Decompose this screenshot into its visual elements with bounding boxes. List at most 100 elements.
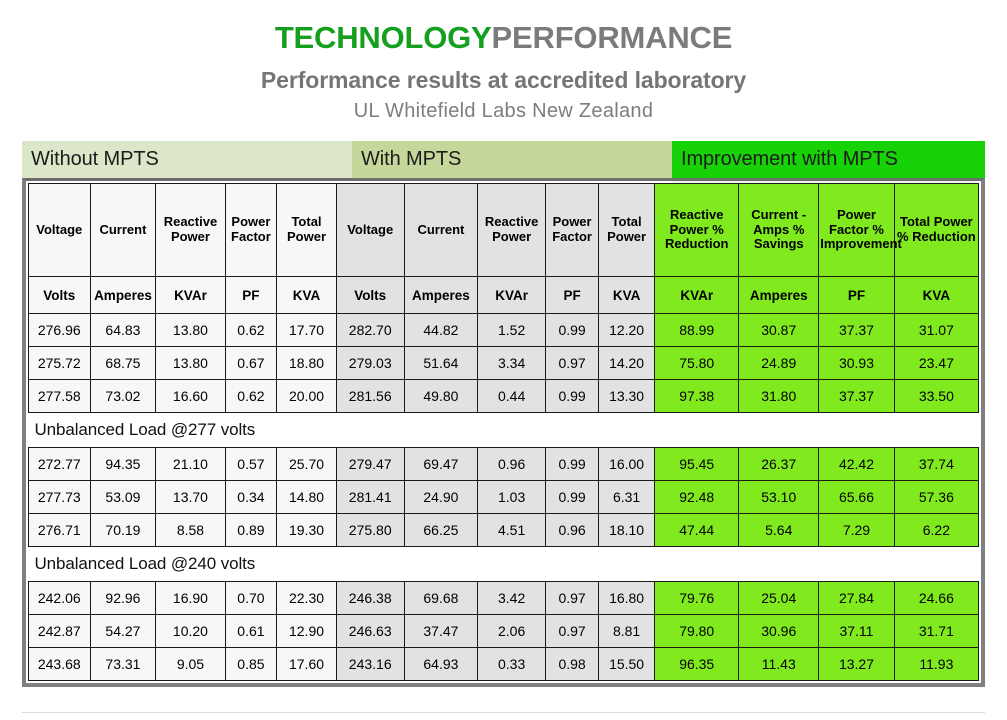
table-cell: 275.80 bbox=[335, 513, 405, 547]
table-cell: 276.96 bbox=[28, 313, 91, 347]
table-cell: 10.20 bbox=[155, 614, 226, 648]
table-cell: 282.70 bbox=[335, 313, 405, 347]
table-cell: 243.16 bbox=[335, 647, 405, 681]
table-cell: 54.27 bbox=[89, 614, 157, 648]
column-unit-header: PF bbox=[545, 276, 600, 314]
table-cell: 281.41 bbox=[335, 480, 405, 514]
table-cell: 2.06 bbox=[477, 614, 547, 648]
table-cell: 0.62 bbox=[224, 379, 278, 413]
table-cell: 37.37 bbox=[818, 313, 895, 347]
table-cell: 0.67 bbox=[224, 346, 278, 380]
table-cell: 22.30 bbox=[276, 581, 337, 615]
table-row: 275.72 68.75 13.80 0.67 18.80 279.03 51.64 3.34… bbox=[28, 346, 980, 380]
table-cell: 95.45 bbox=[654, 447, 740, 481]
table-cell: 12.90 bbox=[276, 614, 337, 648]
table-cell: 49.80 bbox=[403, 379, 479, 413]
table-cell: 69.68 bbox=[403, 581, 479, 615]
column-unit-header: KVA bbox=[893, 276, 980, 314]
table-cell: 57.36 bbox=[893, 480, 980, 514]
table-cell: 14.20 bbox=[598, 346, 656, 380]
table-cell: 0.89 bbox=[224, 513, 278, 547]
table-cell: 44.82 bbox=[403, 313, 479, 347]
table-cell: 21.10 bbox=[155, 447, 226, 481]
table-cell: 0.85 bbox=[224, 647, 278, 681]
bottom-divider bbox=[22, 712, 985, 713]
table-cell: 0.44 bbox=[477, 379, 547, 413]
column-header: Reactive Power % Reduction bbox=[654, 183, 740, 277]
table-cell: 30.93 bbox=[818, 346, 895, 380]
column-header: Power Factor bbox=[224, 183, 278, 277]
table-cell: 51.64 bbox=[403, 346, 479, 380]
table-cell: 6.31 bbox=[598, 480, 656, 514]
column-header: Reactive Power bbox=[477, 183, 547, 277]
table-cell: 281.56 bbox=[335, 379, 405, 413]
banner-improvement-with-mpts: Improvement with MPTS bbox=[672, 141, 985, 178]
table-cell: 0.62 bbox=[224, 313, 278, 347]
table-cell: 37.74 bbox=[893, 447, 980, 481]
column-unit-header: KVAr bbox=[654, 276, 740, 314]
table-cell: 0.99 bbox=[545, 313, 600, 347]
table-cell: 70.19 bbox=[89, 513, 157, 547]
table-cell: 0.97 bbox=[545, 581, 600, 615]
table-cell: 33.50 bbox=[893, 379, 980, 413]
results-table: Voltage Current Reactive Power Power Factor… bbox=[28, 183, 980, 681]
column-header: Power Factor % Improvement bbox=[818, 183, 902, 277]
column-header: Total Power bbox=[276, 183, 337, 277]
table-cell: 31.80 bbox=[738, 379, 820, 413]
table-cell: 275.72 bbox=[28, 346, 91, 380]
table-cell: 94.35 bbox=[89, 447, 157, 481]
table-cell: 23.47 bbox=[893, 346, 980, 380]
table-cell: 11.93 bbox=[893, 647, 980, 681]
table-cell: 0.97 bbox=[545, 614, 600, 648]
section-label-row: Unbalanced Load @277 volts bbox=[28, 412, 979, 448]
table-cell: 47.44 bbox=[654, 513, 740, 547]
table-cell: 3.42 bbox=[477, 581, 547, 615]
table-cell: 96.35 bbox=[654, 647, 740, 681]
table-row: 242.87 54.27 10.20 0.61 12.90 246.63 37.47 2.06… bbox=[28, 614, 980, 648]
table-cell: 18.10 bbox=[598, 513, 656, 547]
table-cell: 14.80 bbox=[276, 480, 337, 514]
column-header: Power Factor bbox=[545, 183, 600, 277]
table-cell: 13.80 bbox=[155, 313, 226, 347]
table-cell: 4.51 bbox=[477, 513, 547, 547]
table-cell: 66.25 bbox=[403, 513, 479, 547]
table-cell: 13.80 bbox=[155, 346, 226, 380]
table-cell: 0.96 bbox=[545, 513, 600, 547]
column-unit-header: Volts bbox=[335, 276, 405, 314]
section-label: Unbalanced Load @277 volts bbox=[28, 412, 979, 448]
table-cell: 37.37 bbox=[818, 379, 895, 413]
table-body: 276.96 64.83 13.80 0.62 17.70 282.70 44.82 1.52… bbox=[28, 313, 980, 681]
table-cell: 279.03 bbox=[335, 346, 405, 380]
table-cell: 68.75 bbox=[89, 346, 157, 380]
table-cell: 92.96 bbox=[89, 581, 157, 615]
table-row: 243.68 73.31 9.05 0.85 17.60 243.16 64.93 0.33 0… bbox=[28, 647, 980, 681]
table-cell: 8.81 bbox=[598, 614, 656, 648]
column-unit-header: PF bbox=[818, 276, 895, 314]
table-cell: 11.43 bbox=[738, 647, 820, 681]
section-label: Unbalanced Load @240 volts bbox=[28, 546, 979, 582]
page-title: TECHNOLOGYPERFORMANCE bbox=[0, 20, 1007, 55]
table-cell: 12.20 bbox=[598, 313, 656, 347]
table-cell: 272.77 bbox=[28, 447, 91, 481]
table-cell: 7.29 bbox=[818, 513, 895, 547]
page-title-technology: TECHNOLOGY bbox=[274, 20, 492, 55]
table-cell: 42.42 bbox=[818, 447, 895, 481]
table-cell: 279.47 bbox=[335, 447, 405, 481]
table-cell: 0.99 bbox=[545, 480, 600, 514]
column-unit-header: PF bbox=[224, 276, 278, 314]
table-cell: 0.98 bbox=[545, 647, 600, 681]
table-cell: 246.63 bbox=[335, 614, 405, 648]
table-cell: 0.99 bbox=[545, 379, 600, 413]
table-cell: 17.70 bbox=[276, 313, 337, 347]
table-cell: 276.71 bbox=[28, 513, 91, 547]
column-unit-header: Volts bbox=[28, 276, 91, 314]
table-cell: 3.34 bbox=[477, 346, 547, 380]
table-cell: 97.38 bbox=[654, 379, 740, 413]
table-cell: 277.58 bbox=[28, 379, 91, 413]
column-unit-header: Amperes bbox=[738, 276, 820, 314]
table-cell: 25.70 bbox=[276, 447, 337, 481]
page-title-performance: PERFORMANCE bbox=[491, 20, 733, 55]
table-cell: 16.60 bbox=[155, 379, 226, 413]
column-header: Current - Amps % Savings bbox=[738, 183, 820, 277]
table-cell: 1.03 bbox=[477, 480, 547, 514]
